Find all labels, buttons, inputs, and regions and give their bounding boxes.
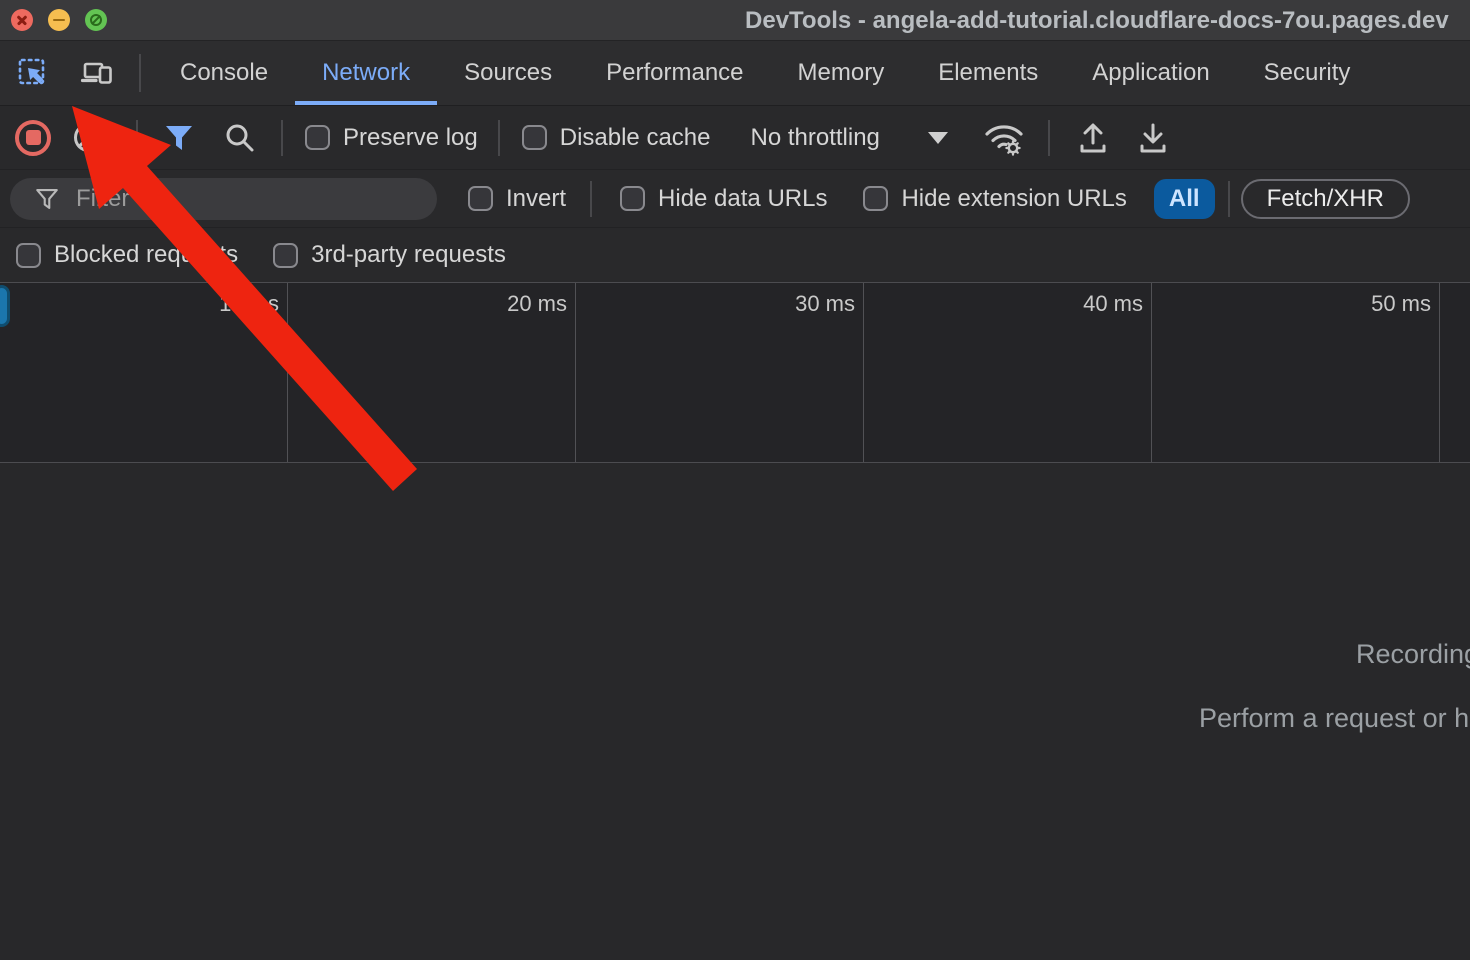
- inspect-element-button[interactable]: [15, 55, 51, 91]
- window-title: DevTools - angela-add-tutorial.cloudflar…: [745, 0, 1449, 41]
- panel-tabs: Console Network Sources Performance Memo…: [153, 41, 1377, 105]
- timeline-tick: 40 ms: [864, 283, 1152, 462]
- network-overview-timeline[interactable]: 10 ms 20 ms 30 ms 40 ms 50 ms: [0, 283, 1470, 463]
- toolbar-divider: [281, 120, 283, 156]
- blocked-requests-label: Blocked requests: [54, 241, 238, 269]
- network-filterbar: Invert Hide data URLs Hide extension URL…: [0, 170, 1470, 228]
- import-har-icon: [1076, 120, 1110, 156]
- search-icon: [223, 121, 257, 155]
- blocked-requests-checkbox-group[interactable]: Blocked requests: [16, 241, 238, 269]
- tab-performance[interactable]: Performance: [579, 41, 770, 105]
- import-har-button[interactable]: [1076, 120, 1110, 156]
- toolbar-divider: [1228, 181, 1230, 217]
- invert-label: Invert: [506, 185, 566, 213]
- network-filterbar-row2: Blocked requests 3rd-party requests: [0, 228, 1470, 283]
- close-button[interactable]: [11, 9, 33, 31]
- record-stop-icon: [26, 130, 41, 145]
- filter-toggle-button[interactable]: [163, 123, 195, 153]
- zoom-button[interactable]: [85, 9, 107, 31]
- throttling-select[interactable]: No throttling: [750, 124, 947, 152]
- overview-request-bar: [0, 285, 10, 327]
- zoom-disabled-icon: [90, 14, 102, 26]
- blocked-requests-checkbox[interactable]: [16, 243, 41, 268]
- minimize-icon: [53, 19, 65, 22]
- record-stop-button[interactable]: [15, 120, 51, 156]
- device-toolbar-button[interactable]: [79, 55, 115, 91]
- invert-checkbox-group[interactable]: Invert: [468, 185, 566, 213]
- disable-cache-checkbox[interactable]: [522, 125, 547, 150]
- preserve-log-checkbox-group[interactable]: Preserve log: [305, 124, 478, 152]
- hide-extension-urls-checkbox-group[interactable]: Hide extension URLs: [863, 185, 1126, 213]
- tab-network[interactable]: Network: [295, 41, 437, 105]
- disable-cache-label: Disable cache: [560, 124, 711, 152]
- tab-application[interactable]: Application: [1065, 41, 1236, 105]
- traffic-lights: [11, 9, 107, 31]
- devtools-window: DevTools - angela-add-tutorial.cloudflar…: [0, 0, 1470, 960]
- toolbar-divider: [498, 120, 500, 156]
- device-toolbar-icon: [80, 56, 114, 90]
- network-conditions-button[interactable]: [980, 119, 1028, 157]
- hide-data-urls-checkbox[interactable]: [620, 186, 645, 211]
- disable-cache-checkbox-group[interactable]: Disable cache: [522, 124, 711, 152]
- filter-input-container: [10, 178, 437, 220]
- tab-sources[interactable]: Sources: [437, 41, 579, 105]
- preserve-log-label: Preserve log: [343, 124, 478, 152]
- minimize-button[interactable]: [48, 9, 70, 31]
- empty-state-line1: Recording network activity…: [1356, 639, 1470, 670]
- requests-panel: Recording network activity… Perform a re…: [0, 463, 1470, 959]
- filter-all-button[interactable]: All: [1154, 179, 1215, 219]
- hide-extension-urls-checkbox[interactable]: [863, 186, 888, 211]
- third-party-requests-label: 3rd-party requests: [311, 241, 506, 269]
- tab-elements[interactable]: Elements: [911, 41, 1065, 105]
- third-party-requests-checkbox-group[interactable]: 3rd-party requests: [273, 241, 506, 269]
- timeline-tick: 50 ms: [1152, 283, 1440, 462]
- toolbar-divider: [1048, 120, 1050, 156]
- hide-data-urls-checkbox-group[interactable]: Hide data URLs: [620, 185, 827, 213]
- third-party-requests-checkbox[interactable]: [273, 243, 298, 268]
- tab-security[interactable]: Security: [1237, 41, 1378, 105]
- export-har-icon: [1136, 120, 1170, 156]
- export-har-button[interactable]: [1136, 120, 1170, 156]
- clear-requests-button[interactable]: [74, 123, 103, 152]
- timeline-tick: 30 ms: [576, 283, 864, 462]
- toolbar-divider: [590, 181, 592, 217]
- filter-input[interactable]: [76, 185, 419, 213]
- filter-funnel-icon: [163, 123, 195, 153]
- empty-state-line2: Perform a request or hit ⌘ R to record t…: [1199, 703, 1470, 734]
- filter-funnel-outline-icon: [34, 186, 60, 212]
- network-conditions-wifi-icon: [980, 119, 1028, 157]
- timeline-tick: 10 ms: [0, 283, 288, 462]
- timeline-tick: 20 ms: [288, 283, 576, 462]
- toolbar-divider: [136, 120, 138, 156]
- hide-extension-urls-label: Hide extension URLs: [901, 185, 1126, 213]
- filter-fetch-xhr-button[interactable]: Fetch/XHR: [1241, 179, 1410, 219]
- network-toolbar: Preserve log Disable cache No throttling: [0, 106, 1470, 170]
- invert-checkbox[interactable]: [468, 186, 493, 211]
- throttling-value: No throttling: [750, 124, 879, 152]
- devtools-tabbar: Console Network Sources Performance Memo…: [0, 41, 1470, 106]
- toolbar-divider: [139, 54, 141, 92]
- tab-memory[interactable]: Memory: [771, 41, 912, 105]
- titlebar: DevTools - angela-add-tutorial.cloudflar…: [0, 0, 1470, 41]
- tab-console[interactable]: Console: [153, 41, 295, 105]
- dropdown-caret-icon: [928, 132, 948, 144]
- hide-data-urls-label: Hide data URLs: [658, 185, 827, 213]
- preserve-log-checkbox[interactable]: [305, 125, 330, 150]
- inspect-cursor-icon: [16, 56, 50, 90]
- search-requests-button[interactable]: [223, 121, 257, 155]
